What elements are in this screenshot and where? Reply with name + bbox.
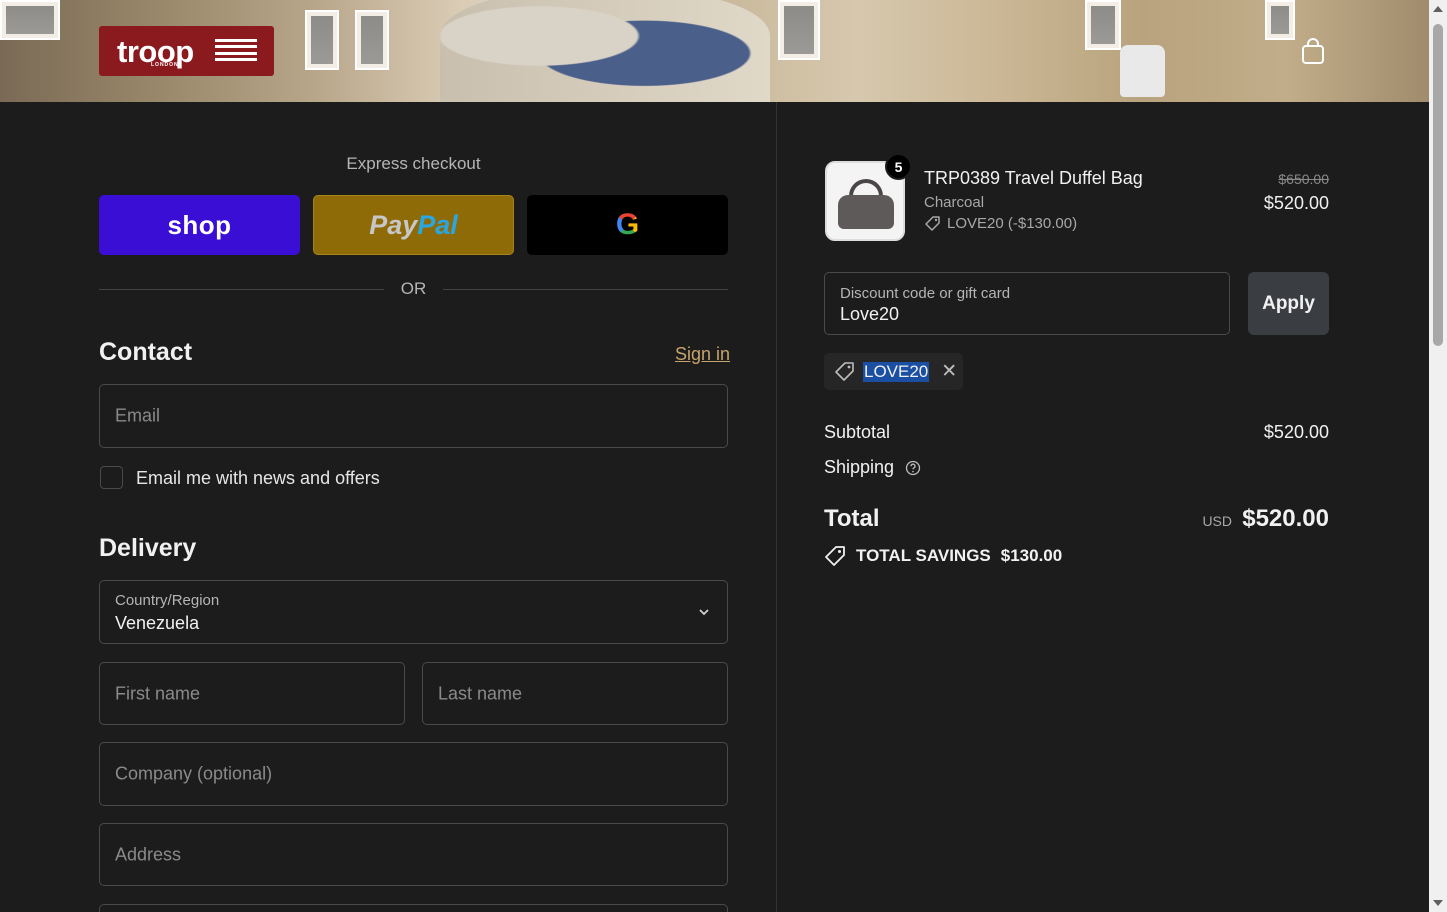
building-window bbox=[0, 0, 60, 40]
subtotal-value: $520.00 bbox=[1263, 422, 1329, 442]
contact-heading: Contact bbox=[99, 338, 193, 366]
product-variant: Charcoal bbox=[924, 194, 985, 211]
tag-icon bbox=[925, 216, 940, 231]
next-field-partial[interactable] bbox=[99, 904, 728, 912]
company-placeholder: Company (optional) bbox=[115, 763, 273, 784]
order-summary-column: 5 TRP0389 Travel Duffel Bag Charcoal LOV… bbox=[777, 102, 1429, 912]
shipping-label: Shipping bbox=[824, 457, 895, 477]
address-placeholder: Address bbox=[115, 844, 182, 864]
building-window bbox=[305, 10, 339, 70]
apply-button[interactable]: Apply bbox=[1248, 272, 1329, 335]
subtotal-row: Subtotal $520.00 bbox=[824, 422, 1329, 443]
applied-discount-chip: LOVE20 ✕ bbox=[824, 353, 963, 390]
last-name-field[interactable]: Last name bbox=[422, 662, 728, 725]
discount-code-field[interactable]: Discount code or gift card Love20 bbox=[824, 272, 1230, 335]
scroll-up-icon[interactable] bbox=[1433, 6, 1443, 12]
last-name-placeholder: Last name bbox=[438, 683, 523, 703]
first-name-field[interactable]: First name bbox=[99, 662, 405, 725]
scroll-down-icon[interactable] bbox=[1433, 900, 1443, 906]
shopping-bag-icon[interactable] bbox=[1300, 38, 1326, 64]
product-discount: LOVE20 (-$130.00) bbox=[924, 215, 1077, 232]
remove-code-close-icon[interactable]: ✕ bbox=[941, 360, 957, 383]
scrollbar-thumb[interactable] bbox=[1433, 24, 1443, 346]
tag-icon bbox=[835, 362, 854, 381]
email-placeholder: Email bbox=[115, 405, 161, 426]
savings-value: $130.00 bbox=[1000, 546, 1063, 565]
total-currency: USD bbox=[1202, 513, 1232, 529]
product-name: TRP0389 Travel Duffel Bag bbox=[924, 168, 1143, 188]
google-icon: G bbox=[615, 208, 640, 241]
chevron-down-icon bbox=[699, 609, 709, 616]
quantity-badge: 5 bbox=[885, 153, 912, 180]
building-window bbox=[1085, 0, 1121, 50]
paypal-button[interactable]: PayPal bbox=[313, 195, 514, 255]
company-field[interactable]: Company (optional) bbox=[99, 742, 728, 806]
or-divider: OR bbox=[99, 278, 728, 300]
car-image bbox=[1120, 45, 1165, 97]
discounted-price: $520.00 bbox=[1263, 193, 1329, 213]
discount-code-value: Love20 bbox=[840, 304, 900, 324]
email-field[interactable]: Email bbox=[99, 384, 728, 448]
building-window bbox=[778, 0, 820, 60]
savings-label: TOTAL SAVINGS bbox=[856, 546, 991, 565]
building-window bbox=[1265, 0, 1295, 40]
logo-stripes bbox=[215, 39, 257, 61]
header-banner: troop LONDON bbox=[0, 0, 1429, 102]
first-name-placeholder: First name bbox=[115, 683, 201, 703]
country-select[interactable]: Country/Region Venezuela bbox=[99, 580, 728, 644]
checkout-form-column: Express checkout shop PayPal G OR Contac… bbox=[0, 102, 776, 912]
address-field[interactable]: Address bbox=[99, 823, 728, 886]
country-value: Venezuela bbox=[115, 613, 200, 633]
shipping-row: Shipping bbox=[824, 457, 1329, 478]
applied-code: LOVE20 bbox=[863, 361, 930, 382]
help-icon[interactable] bbox=[905, 460, 921, 476]
sign-in-link[interactable]: Sign in bbox=[675, 344, 730, 365]
total-savings: TOTAL SAVINGS $130.00 bbox=[824, 545, 1062, 567]
delivery-heading: Delivery bbox=[99, 534, 197, 562]
tag-icon bbox=[825, 546, 845, 566]
google-pay-button[interactable]: G bbox=[527, 195, 728, 255]
news-offers-label: Email me with news and offers bbox=[136, 468, 380, 488]
checkout-page: troop LONDON Express checkout shop PayPa… bbox=[0, 0, 1447, 912]
news-offers-checkbox[interactable] bbox=[100, 466, 123, 489]
building-window bbox=[355, 10, 389, 70]
original-price: $650.00 bbox=[1278, 171, 1329, 187]
paypal-label: PayPal bbox=[369, 209, 458, 240]
total-label: Total bbox=[824, 505, 880, 532]
discount-code-label: Discount code or gift card bbox=[840, 285, 1011, 302]
page-scrollbar[interactable] bbox=[1429, 0, 1447, 912]
product-discount-text: LOVE20 (-$130.00) bbox=[947, 215, 1078, 232]
subtotal-label: Subtotal bbox=[824, 422, 891, 442]
shop-pay-button[interactable]: shop bbox=[99, 195, 300, 255]
express-checkout-title: Express checkout bbox=[346, 154, 481, 173]
country-label: Country/Region bbox=[115, 592, 220, 609]
brand-logo[interactable]: troop LONDON bbox=[99, 26, 274, 76]
shop-pay-label: shop bbox=[167, 209, 232, 240]
model-with-bag-image bbox=[440, 0, 770, 102]
total-value: $520.00 bbox=[1242, 505, 1329, 532]
brand-sub: LONDON bbox=[151, 62, 179, 68]
